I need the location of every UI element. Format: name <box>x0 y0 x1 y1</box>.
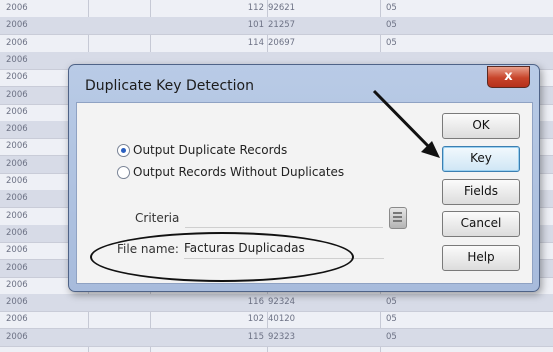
annotation-arrow <box>372 89 440 158</box>
